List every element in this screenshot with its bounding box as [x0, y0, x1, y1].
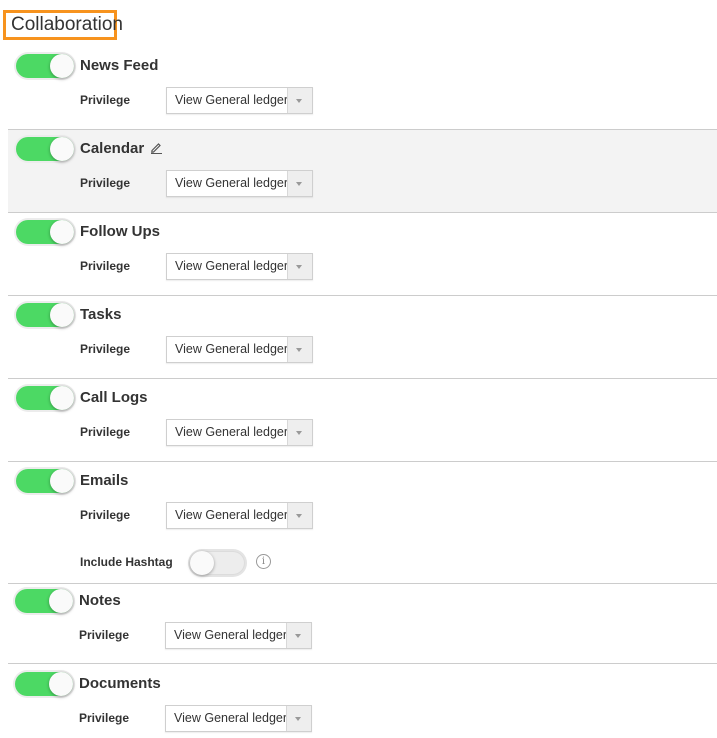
notes-toggle[interactable] — [15, 589, 73, 613]
include-hashtag-toggle[interactable] — [190, 551, 245, 575]
module-title: Follow Ups — [80, 223, 160, 240]
module-title: Tasks — [80, 306, 122, 323]
module-title: Calendar — [80, 140, 163, 159]
toggle-knob — [50, 386, 74, 410]
module-title: Emails — [80, 472, 129, 489]
privilege-label: Privilege — [80, 93, 131, 107]
privilege-value: View General ledger — [175, 425, 288, 439]
follow-ups-toggle[interactable] — [16, 220, 74, 244]
privilege-select[interactable]: View General ledger — [166, 419, 313, 446]
privilege-select[interactable]: View General ledger — [166, 87, 313, 114]
module-title: Notes — [79, 592, 121, 609]
section-title: Collaboration — [3, 10, 123, 40]
privilege-label: Privilege — [80, 425, 131, 439]
privilege-select[interactable]: View General ledger — [165, 622, 312, 649]
privilege-value: View General ledger — [174, 628, 287, 642]
module-title: Call Logs — [80, 389, 148, 406]
toggle-knob — [49, 672, 73, 696]
toggle-knob — [50, 54, 74, 78]
news-feed-toggle[interactable] — [16, 54, 74, 78]
toggle-knob — [50, 303, 74, 327]
dropdown-button[interactable] — [287, 88, 312, 113]
caret-down-icon — [296, 431, 302, 435]
privilege-value: View General ledger — [175, 342, 288, 356]
info-icon[interactable]: i — [256, 554, 271, 569]
toggle-knob — [50, 469, 74, 493]
module-title-text: Calendar — [80, 140, 145, 157]
privilege-value: View General ledger — [175, 259, 288, 273]
dropdown-button[interactable] — [287, 503, 312, 528]
caret-down-icon — [296, 99, 302, 103]
dropdown-button[interactable] — [286, 623, 311, 648]
include-hashtag-label: Include Hashtag — [80, 555, 173, 569]
privilege-label: Privilege — [79, 711, 130, 725]
caret-down-icon — [296, 182, 302, 186]
privilege-select[interactable]: View General ledger — [166, 336, 313, 363]
privilege-label: Privilege — [80, 176, 131, 190]
dropdown-button[interactable] — [287, 254, 312, 279]
dropdown-button[interactable] — [287, 171, 312, 196]
documents-toggle[interactable] — [15, 672, 73, 696]
privilege-value: View General ledger — [175, 176, 288, 190]
emails-toggle[interactable] — [16, 469, 74, 493]
privilege-select[interactable]: View General ledger — [166, 170, 313, 197]
privilege-select[interactable]: View General ledger — [166, 253, 313, 280]
toggle-knob — [190, 551, 214, 575]
caret-down-icon — [295, 717, 301, 721]
privilege-value: View General ledger — [175, 93, 288, 107]
caret-down-icon — [296, 348, 302, 352]
privilege-value: View General ledger — [175, 508, 288, 522]
call-logs-toggle[interactable] — [16, 386, 74, 410]
dropdown-button[interactable] — [286, 706, 311, 731]
privilege-select[interactable]: View General ledger — [166, 502, 313, 529]
caret-down-icon — [295, 634, 301, 638]
privilege-select[interactable]: View General ledger — [165, 705, 312, 732]
tasks-toggle[interactable] — [16, 303, 74, 327]
privilege-label: Privilege — [80, 259, 131, 273]
toggle-knob — [50, 137, 74, 161]
module-title: Documents — [79, 675, 161, 692]
caret-down-icon — [296, 265, 302, 269]
module-title: News Feed — [80, 57, 159, 74]
pencil-icon[interactable] — [150, 141, 163, 159]
toggle-knob — [50, 220, 74, 244]
calendar-toggle[interactable] — [16, 137, 74, 161]
caret-down-icon — [296, 514, 302, 518]
dropdown-button[interactable] — [287, 420, 312, 445]
privilege-label: Privilege — [80, 508, 131, 522]
privilege-value: View General ledger — [174, 711, 287, 725]
dropdown-button[interactable] — [287, 337, 312, 362]
toggle-knob — [49, 589, 73, 613]
privilege-label: Privilege — [80, 342, 131, 356]
privilege-label: Privilege — [79, 628, 130, 642]
